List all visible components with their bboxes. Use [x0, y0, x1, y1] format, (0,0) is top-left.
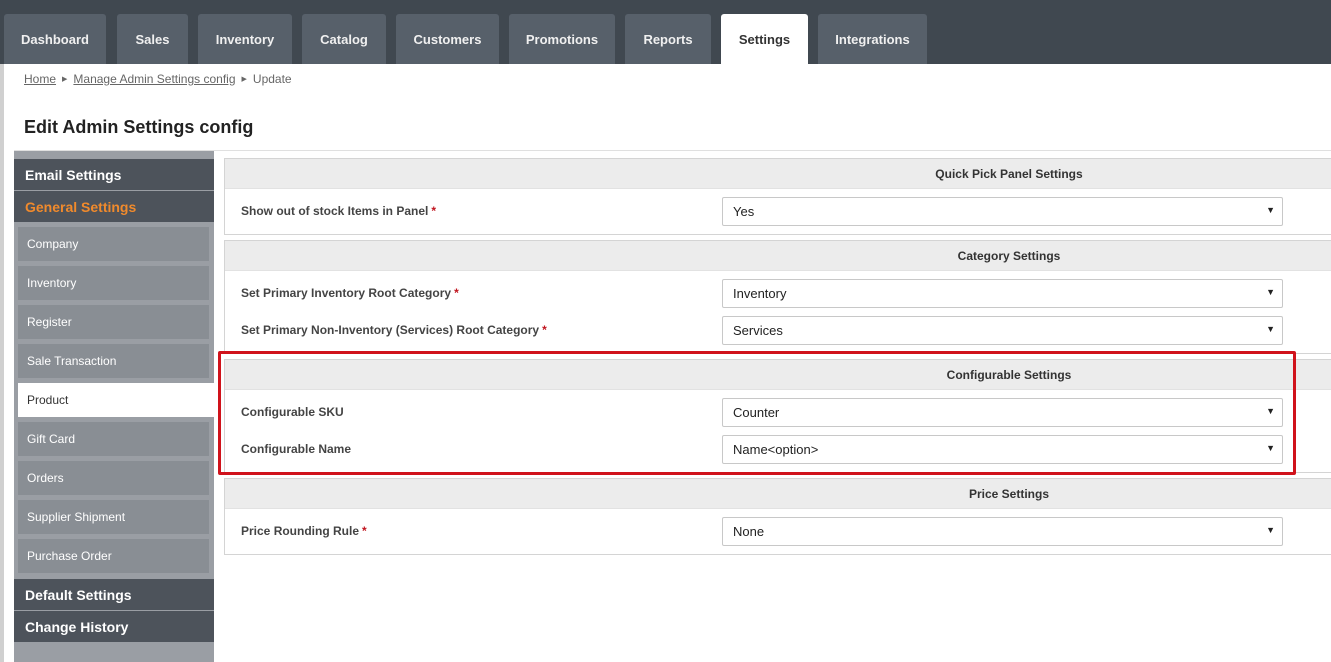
- show-out-of-stock-select[interactable]: Yes ▼: [722, 197, 1283, 226]
- tab-sales[interactable]: Sales: [117, 14, 188, 64]
- tab-inventory[interactable]: Inventory: [198, 14, 292, 64]
- dropdown-arrow-icon: ▼: [1266, 525, 1275, 535]
- select-value: Inventory: [733, 286, 787, 301]
- sidebar-general-settings[interactable]: General Settings: [14, 191, 214, 222]
- page-title: Edit Admin Settings config: [24, 117, 254, 137]
- panel-title: Price Settings: [225, 479, 1331, 509]
- sidebar-item-company[interactable]: Company: [18, 227, 209, 261]
- required-marker: *: [431, 204, 437, 218]
- highlight-box: [218, 351, 1296, 475]
- sidebar-item-register[interactable]: Register: [18, 305, 209, 339]
- field-label: Price Rounding Rule *: [241, 524, 367, 538]
- sidebar-item-product[interactable]: Product: [18, 383, 214, 417]
- tab-integrations[interactable]: Integrations: [818, 14, 927, 64]
- breadcrumb-home-link[interactable]: Home: [24, 72, 56, 86]
- dropdown-arrow-icon: ▼: [1266, 324, 1275, 334]
- tab-settings[interactable]: Settings: [721, 14, 808, 64]
- price-rounding-select[interactable]: None ▼: [722, 517, 1283, 546]
- required-marker: *: [454, 286, 459, 300]
- primary-noninventory-category-select[interactable]: Services ▼: [722, 316, 1283, 345]
- label-text: Price Rounding Rule: [241, 524, 360, 538]
- tab-catalog[interactable]: Catalog: [302, 14, 386, 64]
- breadcrumb-separator-icon: ▶: [62, 76, 68, 83]
- primary-inventory-category-select[interactable]: Inventory ▼: [722, 279, 1283, 308]
- breadcrumb: Home ▶ Manage Admin Settings config ▶ Up…: [24, 72, 292, 86]
- field-label: Set Primary Inventory Root Category *: [241, 286, 459, 300]
- label-text: Show out of stock Items in Panel: [241, 204, 429, 218]
- quick-pick-panel: Quick Pick Panel Settings Show out of st…: [224, 158, 1331, 235]
- settings-sidebar: Email Settings General Settings Company …: [14, 151, 214, 662]
- breadcrumb-parent-link[interactable]: Manage Admin Settings config: [73, 72, 235, 86]
- left-edge-bar: [0, 0, 4, 662]
- tab-dashboard[interactable]: Dashboard: [4, 14, 106, 64]
- sidebar-item-supplier-shipment[interactable]: Supplier Shipment: [18, 500, 209, 534]
- sidebar-item-purchase-order[interactable]: Purchase Order: [18, 539, 209, 573]
- sidebar-default-settings[interactable]: Default Settings: [14, 579, 214, 610]
- required-marker: *: [362, 524, 367, 538]
- select-value: None: [733, 524, 765, 539]
- panel-title: Quick Pick Panel Settings: [225, 159, 1331, 189]
- select-value: Services: [733, 323, 783, 338]
- price-panel: Price Settings Price Rounding Rule * None…: [224, 478, 1331, 555]
- tab-reports[interactable]: Reports: [625, 14, 711, 64]
- tab-customers[interactable]: Customers: [396, 14, 499, 64]
- breadcrumb-current: Update: [252, 72, 292, 86]
- dropdown-arrow-icon: ▼: [1266, 205, 1275, 215]
- field-label: Set Primary Non-Inventory (Services) Roo…: [241, 323, 547, 337]
- top-nav: Dashboard Sales Inventory Catalog Custom…: [0, 0, 1331, 64]
- breadcrumb-separator-icon: ▶: [241, 76, 247, 83]
- tab-promotions[interactable]: Promotions: [509, 14, 615, 64]
- sidebar-item-gift-card[interactable]: Gift Card: [18, 422, 209, 456]
- panel-title: Category Settings: [225, 241, 1331, 271]
- sidebar-item-inventory[interactable]: Inventory: [18, 266, 209, 300]
- dropdown-arrow-icon: ▼: [1266, 287, 1275, 297]
- sidebar-item-orders[interactable]: Orders: [18, 461, 209, 495]
- required-marker: *: [542, 323, 547, 337]
- select-value: Yes: [733, 204, 755, 219]
- label-text: Set Primary Inventory Root Category: [241, 286, 452, 300]
- label-text: Set Primary Non-Inventory (Services) Roo…: [241, 323, 540, 337]
- sidebar-change-history[interactable]: Change History: [14, 611, 214, 642]
- sidebar-email-settings[interactable]: Email Settings: [14, 159, 214, 190]
- sidebar-item-sale-transaction[interactable]: Sale Transaction: [18, 344, 209, 378]
- category-panel: Category Settings Set Primary Inventory …: [224, 240, 1331, 354]
- field-label: Show out of stock Items in Panel *: [241, 204, 436, 218]
